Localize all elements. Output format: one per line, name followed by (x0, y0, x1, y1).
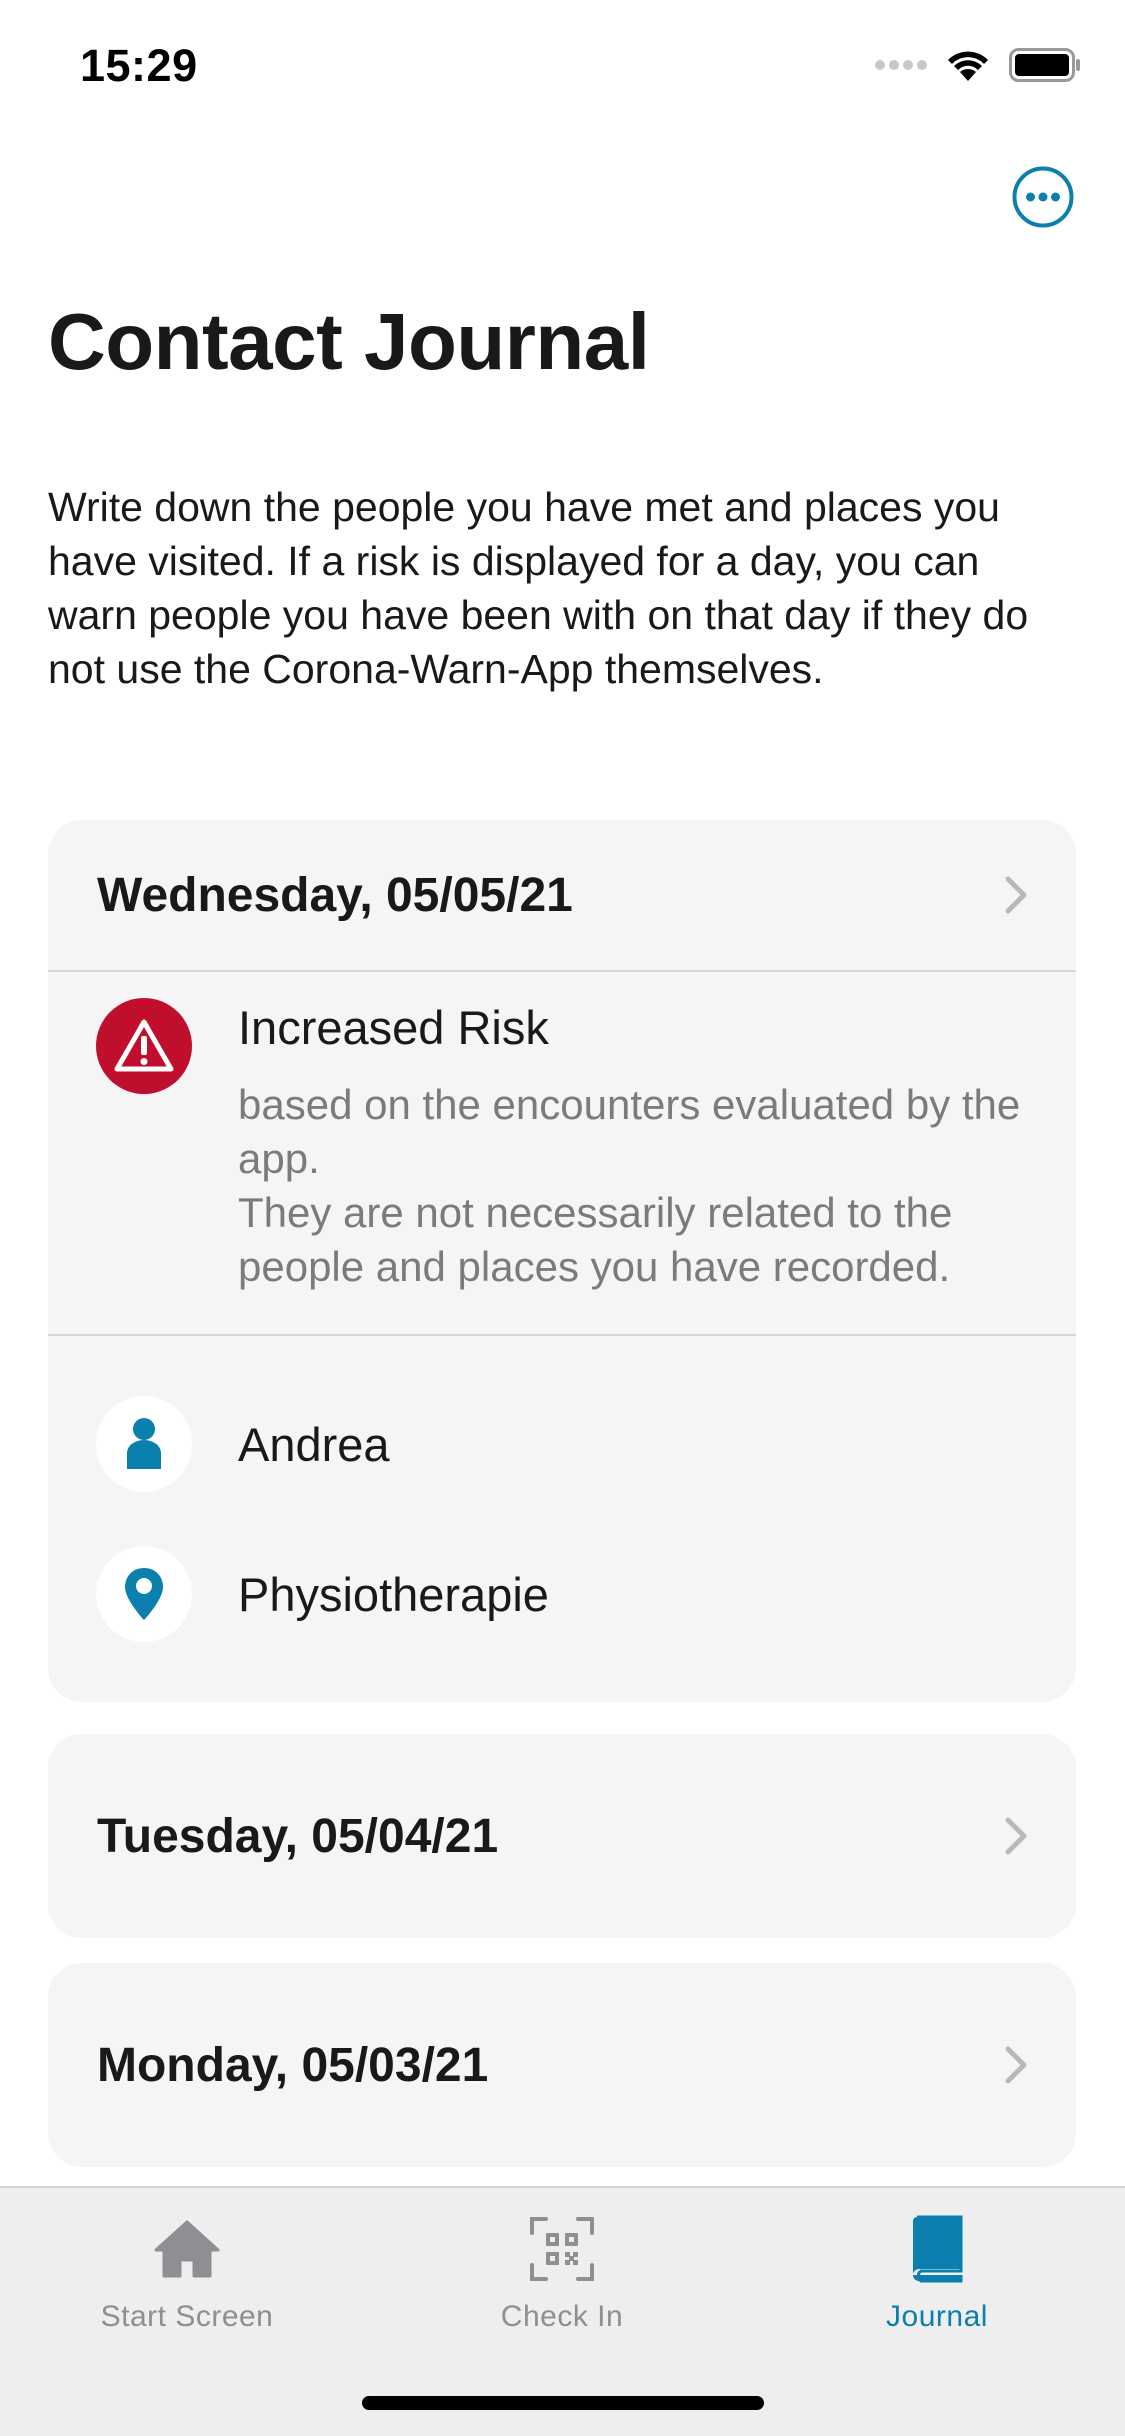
cellular-signal-icon (875, 60, 927, 70)
book-icon (900, 2212, 974, 2286)
location-entry[interactable]: Physiotherapie (96, 1546, 549, 1642)
tab-check-in[interactable]: Check In (412, 2212, 712, 2334)
more-options-button[interactable] (1012, 166, 1074, 228)
day-date: Tuesday, 05/04/21 (97, 1809, 499, 1863)
tab-label: Start Screen (100, 2300, 274, 2333)
chevron-right-icon (1005, 876, 1027, 914)
day-header-wednesday[interactable]: Wednesday, 05/05/21 (48, 820, 1076, 970)
battery-icon (1009, 48, 1080, 82)
person-name: Andrea (238, 1417, 390, 1471)
risk-section: Increased Risk based on the encounters e… (48, 972, 1076, 1334)
person-icon (96, 1396, 192, 1492)
risk-title: Increased Risk (238, 1001, 549, 1054)
tab-journal[interactable]: Journal (787, 2212, 1087, 2334)
home-indicator[interactable] (362, 2396, 764, 2410)
day-card-tuesday: Tuesday, 05/04/21 (48, 1734, 1076, 1938)
more-options-icon (1012, 166, 1074, 228)
chevron-right-icon (1005, 1817, 1027, 1855)
warning-icon (96, 998, 192, 1094)
location-name: Physiotherapie (238, 1567, 549, 1621)
day-card-wednesday: Wednesday, 05/05/21 Increased Risk based… (48, 820, 1076, 1702)
tab-label: Check In (500, 2300, 624, 2333)
tab-label: Journal (886, 2300, 988, 2333)
home-icon (150, 2212, 224, 2286)
status-time: 15:29 (80, 40, 198, 91)
location-pin-icon (96, 1546, 192, 1642)
qr-code-icon (525, 2212, 599, 2286)
wifi-icon (948, 51, 988, 81)
tab-start-screen[interactable]: Start Screen (37, 2212, 337, 2334)
day-date: Monday, 05/03/21 (97, 2038, 489, 2092)
day-card-monday: Monday, 05/03/21 (48, 1963, 1076, 2167)
day-header-monday[interactable]: Monday, 05/03/21 (48, 1963, 1076, 2167)
page-title: Contact Journal (48, 297, 650, 386)
day-header-tuesday[interactable]: Tuesday, 05/04/21 (48, 1734, 1076, 1938)
person-entry[interactable]: Andrea (96, 1396, 390, 1492)
entry-list: Andrea Physiotherapie (48, 1336, 1076, 1702)
risk-description: based on the encounters evaluated by the… (238, 1081, 1021, 1290)
contact-journal-screen: 15:29 Contact Journal Write down the peo… (0, 0, 1125, 2436)
chevron-right-icon (1005, 2046, 1027, 2084)
status-icons (875, 48, 1081, 82)
page-description: Write down the people you have met and p… (48, 484, 1029, 692)
day-date: Wednesday, 05/05/21 (97, 868, 573, 922)
